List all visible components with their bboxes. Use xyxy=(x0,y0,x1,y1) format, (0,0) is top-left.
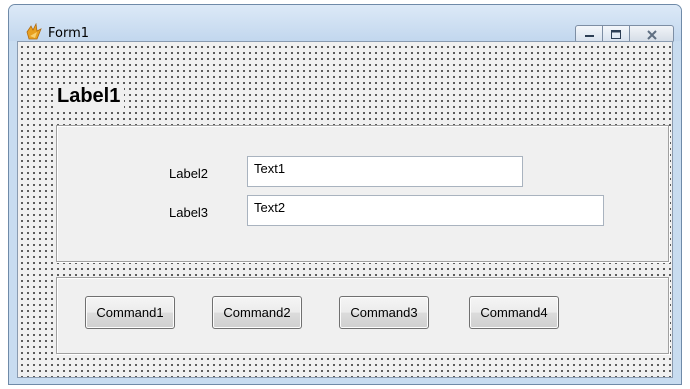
text2-field[interactable]: Text2 xyxy=(247,195,604,226)
field-label-3: Label3 xyxy=(169,205,209,220)
command1-button[interactable]: Command1 xyxy=(85,296,175,329)
form-design-surface[interactable]: Label1 Label2 Text1 Label3 Text2 Command… xyxy=(17,41,673,378)
buttons-frame: Command1 Command2 Command3 Command4 xyxy=(56,277,669,354)
command3-button[interactable]: Command3 xyxy=(339,296,429,329)
field-label-2: Label2 xyxy=(169,166,209,181)
command4-button[interactable]: Command4 xyxy=(469,296,559,329)
command2-button[interactable]: Command2 xyxy=(212,296,302,329)
form-window: Form1 Label1 Label2 Text1 Label3 Text2 C… xyxy=(8,4,682,385)
app-icon xyxy=(26,23,42,40)
title-bar[interactable]: Form1 xyxy=(9,5,681,43)
window-title: Form1 xyxy=(48,26,90,41)
fields-frame: Label2 Text1 Label3 Text2 xyxy=(56,125,669,262)
heading-label: Label1 xyxy=(56,84,125,108)
text1-field[interactable]: Text1 xyxy=(247,156,523,187)
